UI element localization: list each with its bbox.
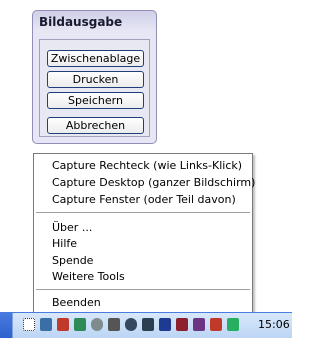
clipboard-button[interactable]: Zwischenablage: [47, 50, 144, 67]
menu-separator: [36, 289, 250, 290]
menu-item-capture-desktop[interactable]: Capture Desktop (ganzer Bildschirm): [52, 175, 255, 190]
menu-item-capture-rectangle[interactable]: Capture Rechteck (wie Links-Klick): [52, 158, 242, 173]
app-icon[interactable]: [91, 318, 103, 331]
panel-button-group: Zwischenablage Drucken Speichern Abbrech…: [39, 39, 150, 137]
antivirus-icon[interactable]: [57, 318, 69, 331]
capture-tool-icon[interactable]: [23, 318, 35, 331]
save-button[interactable]: Speichern: [47, 92, 144, 109]
menu-item-about[interactable]: Über ...: [52, 220, 92, 235]
security-check-icon[interactable]: [74, 318, 86, 331]
alert-icon[interactable]: [210, 318, 222, 331]
tray-context-menu: Capture Rechteck (wie Links-Klick) Captu…: [33, 153, 255, 313]
menu-item-capture-window[interactable]: Capture Fenster (oder Teil davon): [52, 192, 236, 207]
print-button[interactable]: Drucken: [47, 71, 144, 88]
messenger-icon[interactable]: [142, 318, 154, 331]
bildausgabe-panel: Bildausgabe Zwischenablage Drucken Speic…: [32, 10, 157, 144]
menu-item-donate[interactable]: Spende: [52, 253, 93, 268]
volume-icon[interactable]: [227, 318, 239, 331]
clock-icon[interactable]: [125, 318, 137, 331]
menu-item-exit[interactable]: Beenden: [52, 295, 101, 310]
panel-title: Bildausgabe: [39, 15, 123, 29]
shield-icon[interactable]: [193, 318, 205, 331]
menu-separator: [36, 212, 250, 213]
taskbar-clock[interactable]: 15:06: [258, 318, 290, 331]
update-icon[interactable]: [176, 318, 188, 331]
settings-icon[interactable]: [108, 318, 120, 331]
tool-icon[interactable]: [159, 318, 171, 331]
cancel-button[interactable]: Abbrechen: [47, 117, 144, 134]
menu-item-help[interactable]: Hilfe: [52, 236, 77, 251]
network-icon[interactable]: [40, 318, 52, 331]
menu-item-more-tools[interactable]: Weitere Tools: [52, 269, 125, 284]
